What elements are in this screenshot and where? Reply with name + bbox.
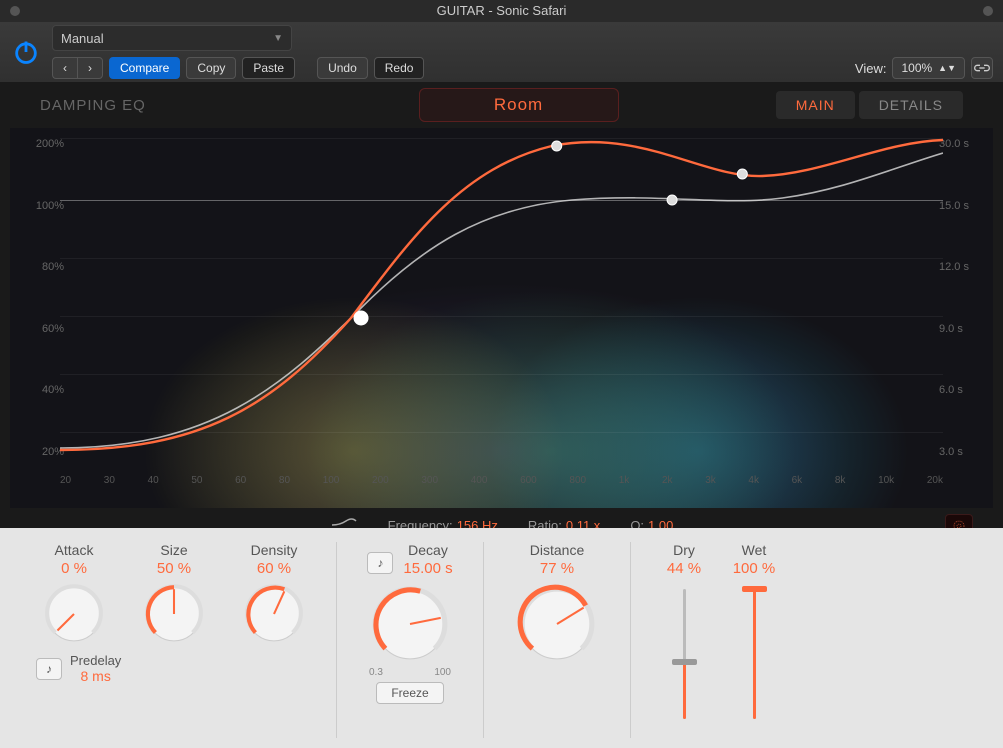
eq-point-3[interactable] xyxy=(667,195,677,205)
controls-panel: Attack 0 % Size 50 % Density 60 % ♪ Pred… xyxy=(0,528,1003,748)
damping-eq-graph[interactable]: 200%100%80%60%40%20% 30.0 s15.0 s12.0 s9… xyxy=(10,128,993,508)
preset-select[interactable]: Manual ▼ xyxy=(52,25,292,51)
undo-button[interactable]: Undo xyxy=(317,57,368,79)
preset-prev-button[interactable]: ‹ xyxy=(52,57,77,79)
section-title: DAMPING EQ xyxy=(40,97,340,114)
density-knob[interactable]: Density 60 % xyxy=(230,542,318,645)
predelay-label: Predelay xyxy=(70,653,121,668)
preset-next-button[interactable]: › xyxy=(77,57,103,79)
size-knob[interactable]: Size 50 % xyxy=(130,542,218,645)
copy-button[interactable]: Copy xyxy=(186,57,236,79)
link-button[interactable] xyxy=(971,57,993,79)
y-axis-left: 200%100%80%60%40%20% xyxy=(14,128,64,468)
compare-button[interactable]: Compare xyxy=(109,57,180,79)
view-zoom-select[interactable]: 100% ▲▼ xyxy=(892,57,965,79)
stepper-icon: ▲▼ xyxy=(938,63,956,73)
traffic-light-close[interactable] xyxy=(10,6,20,16)
preset-name: Manual xyxy=(61,31,104,46)
power-button[interactable] xyxy=(10,36,42,68)
y-axis-right: 30.0 s15.0 s12.0 s9.0 s6.0 s3.0 s xyxy=(939,128,989,468)
attack-knob[interactable]: Attack 0 % xyxy=(30,542,118,645)
section-header: DAMPING EQ Room MAIN DETAILS xyxy=(0,82,1003,128)
chevron-down-icon: ▼ xyxy=(273,33,283,44)
window-title: GUITAR - Sonic Safari xyxy=(437,3,567,18)
decay-knob[interactable]: ♪ Decay 15.00 s 0.3100 Freeze xyxy=(355,542,465,738)
tab-details[interactable]: DETAILS xyxy=(859,91,963,119)
decay-sync-button[interactable]: ♪ xyxy=(367,552,393,574)
paste-button[interactable]: Paste xyxy=(242,57,295,79)
traffic-light-zoom[interactable] xyxy=(983,6,993,16)
reverb-type-button[interactable]: Room xyxy=(419,88,619,122)
view-label: View: xyxy=(855,61,887,76)
wet-slider[interactable]: Wet 100 % xyxy=(719,542,789,738)
x-axis: 2030405060801002003004006008001k2k3k4k6k… xyxy=(60,475,943,486)
window-titlebar: GUITAR - Sonic Safari xyxy=(0,0,1003,22)
predelay-value[interactable]: 8 ms xyxy=(80,668,110,684)
redo-button[interactable]: Redo xyxy=(374,57,425,79)
eq-point-1[interactable] xyxy=(354,311,368,325)
eq-curves xyxy=(60,138,943,468)
dry-slider[interactable]: Dry 44 % xyxy=(649,542,719,738)
eq-point-2[interactable] xyxy=(552,141,562,151)
eq-point-4[interactable] xyxy=(737,169,747,179)
tab-main[interactable]: MAIN xyxy=(776,91,855,119)
distance-knob[interactable]: Distance 77 % xyxy=(502,542,612,738)
freeze-button[interactable]: Freeze xyxy=(376,682,443,704)
plugin-toolbar: Manual ▼ ‹ › Compare Copy Paste Undo Red… xyxy=(0,22,1003,82)
predelay-sync-button[interactable]: ♪ xyxy=(36,658,62,680)
